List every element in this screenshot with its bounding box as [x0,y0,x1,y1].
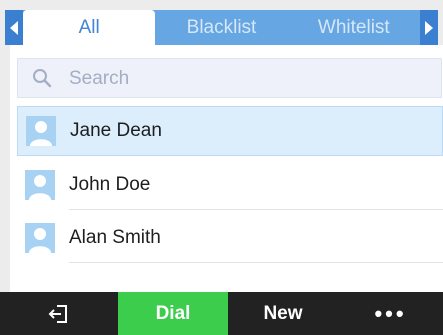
dial-button[interactable]: Dial [118,292,228,335]
new-button[interactable]: New [228,292,338,335]
avatar [26,116,56,146]
contact-list-panel: Search Jane Dean John Doe Alan Smith [10,45,443,292]
search-placeholder: Search [69,68,130,89]
contact-row[interactable]: Alan Smith [17,213,443,263]
search-icon [33,69,52,88]
contact-name: Jane Dean [70,120,162,141]
row-divider [69,262,443,263]
tab-scroll-left-button[interactable] [5,10,23,45]
more-button[interactable]: ••• [338,292,443,335]
tab-whitelist[interactable]: Whitelist [288,10,420,45]
softkey-bar: Dial New ••• [0,292,443,335]
tab-all[interactable]: All [23,10,156,45]
chevron-left-icon [10,20,18,35]
chevron-right-icon [425,20,433,35]
tab-bar: All Blacklist Whitelist [0,0,443,45]
back-button[interactable] [0,292,118,335]
row-divider [69,209,443,210]
person-icon [29,228,51,253]
tab-scroll-right-button[interactable] [420,10,438,45]
avatar [25,223,55,253]
person-icon [30,121,52,146]
avatar [25,170,55,200]
search-input[interactable]: Search [17,58,442,98]
contact-name: Alan Smith [69,227,161,248]
tab-blacklist[interactable]: Blacklist [155,10,287,45]
contact-name: John Doe [69,174,151,195]
exit-icon [48,304,67,323]
contact-row[interactable]: John Doe [17,160,443,210]
person-icon [29,175,51,200]
contact-row[interactable]: Jane Dean [17,106,443,156]
tab-strip: All Blacklist Whitelist [23,10,420,45]
